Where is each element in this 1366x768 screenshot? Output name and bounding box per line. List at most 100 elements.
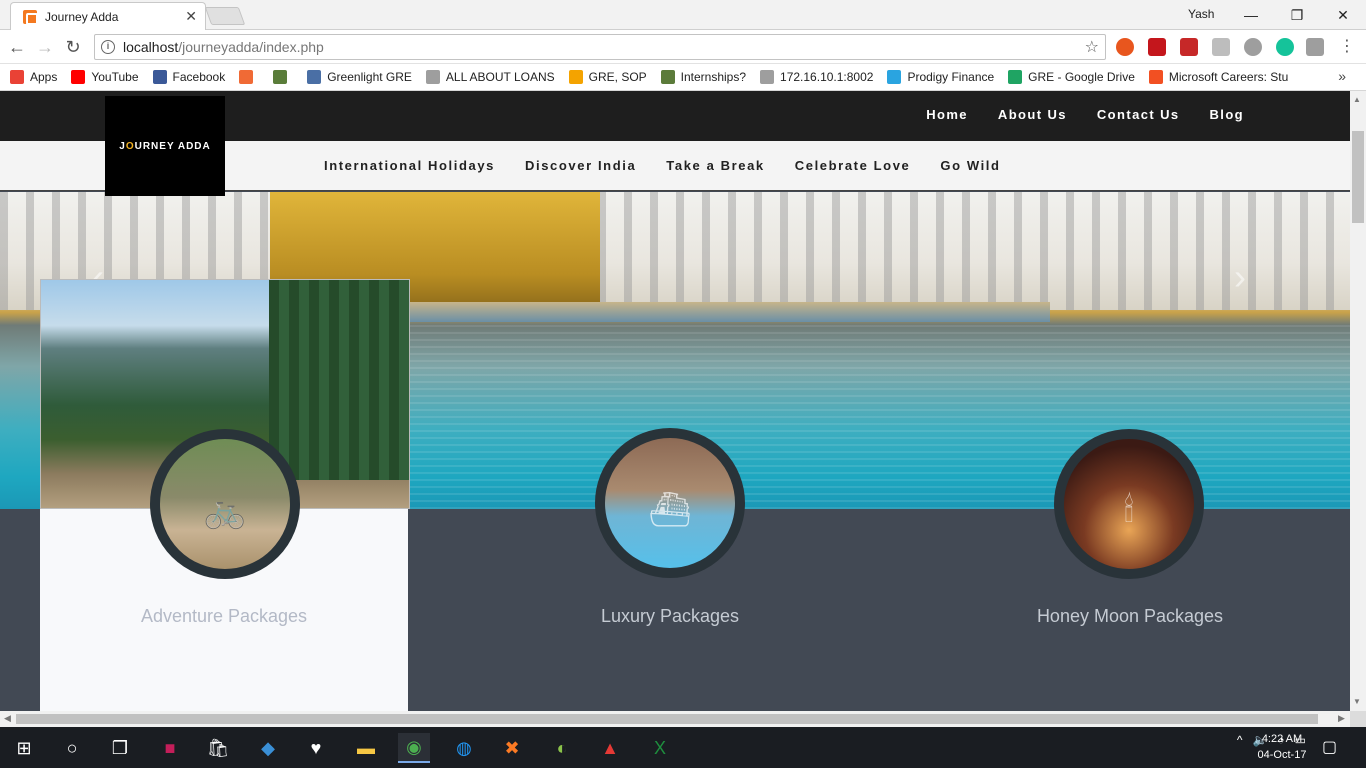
bookmark-favicon-icon <box>239 70 254 84</box>
scroll-right-icon[interactable]: ▶ <box>1338 713 1345 724</box>
bookmark-item[interactable] <box>239 70 259 84</box>
reload-icon[interactable]: ↻ <box>62 37 84 57</box>
browser-tab[interactable]: Journey Adda ✕ <box>10 2 206 30</box>
url-path: /journeyadda/index.php <box>178 39 324 55</box>
luxury-packages-link[interactable]: Luxury Packages <box>520 606 820 627</box>
bookmark-item[interactable]: Internships? <box>660 70 747 84</box>
task-view-icon[interactable]: ❐ <box>104 733 136 763</box>
luxury-package-image[interactable]: ⛴ <box>595 428 745 578</box>
bookmark-item[interactable]: Facebook <box>152 70 225 84</box>
bookmark-label: Internships? <box>680 70 747 84</box>
horizontal-scroll-thumb[interactable] <box>16 714 1318 724</box>
candle-icon: 🕯 <box>1124 491 1134 529</box>
notifications-icon[interactable]: ▢ <box>1322 737 1337 757</box>
close-window-button[interactable]: ✕ <box>1320 0 1366 30</box>
excel-icon[interactable]: X <box>644 733 676 763</box>
start-windows-icon[interactable]: ⊞ <box>8 733 40 763</box>
bookmark-favicon-icon <box>273 70 288 84</box>
bookmark-item[interactable] <box>273 70 293 84</box>
restore-button[interactable]: ❐ <box>1274 0 1320 30</box>
profile-name[interactable]: Yash <box>1188 7 1214 21</box>
bookmarks-overflow-icon[interactable]: » <box>1338 68 1346 84</box>
bookmark-item[interactable]: 172.16.10.1:8002 <box>760 70 873 84</box>
bookmark-label: Microsoft Careers: Stu <box>1168 70 1289 84</box>
bicycle-icon: 🚲 <box>203 491 247 530</box>
acrobat-icon[interactable]: ▲ <box>594 733 626 763</box>
horizontal-scrollbar[interactable]: ◀ ▶ <box>0 711 1350 727</box>
bookmark-label: Greenlight GRE <box>327 70 412 84</box>
bookmark-label: ALL ABOUT LOANS <box>445 70 555 84</box>
scroll-left-icon[interactable]: ◀ <box>4 713 11 724</box>
nav-international-holidays[interactable]: International Holidays <box>324 158 495 173</box>
vertical-scrollbar[interactable]: ▲ ▼ <box>1350 91 1366 711</box>
adblock-icon[interactable] <box>1148 38 1166 56</box>
bookmark-favicon-icon <box>568 70 583 84</box>
minimize-button[interactable]: — <box>1228 0 1274 30</box>
site-logo[interactable]: J O URNEY ADDA <box>105 96 225 196</box>
taskbar-clock[interactable]: 4:22 AM 04-Oct-17 <box>1252 731 1312 763</box>
intellij-icon[interactable]: ■ <box>154 733 186 763</box>
scroll-down-icon[interactable]: ▼ <box>1353 697 1361 706</box>
grammarly-icon[interactable] <box>1276 38 1294 56</box>
honeymoon-packages-link[interactable]: Honey Moon Packages <box>980 606 1280 627</box>
chrome-icon[interactable]: ◉ <box>398 733 430 763</box>
new-tab-button[interactable] <box>204 7 246 25</box>
nav-go-wild[interactable]: Go Wild <box>940 158 1000 173</box>
bookmark-favicon-icon <box>1008 70 1023 84</box>
bookmark-item[interactable]: GRE - Google Drive <box>1008 70 1135 84</box>
cortana-search-icon[interactable]: ○ <box>56 733 88 763</box>
bookmark-favicon-icon <box>71 70 86 84</box>
tab-title: Journey Adda <box>45 9 119 24</box>
site-info-icon[interactable]: i <box>101 40 115 54</box>
url-input[interactable]: i localhost/journeyadda/index.php ☆ <box>94 34 1106 60</box>
nav-home[interactable]: Home <box>926 107 968 122</box>
bookmark-star-icon[interactable]: ☆ <box>1085 37 1099 57</box>
scrollbar-corner <box>1350 711 1366 727</box>
bookmark-label: GRE - Google Drive <box>1028 70 1135 84</box>
bookmark-favicon-icon <box>10 70 24 84</box>
tab-close-icon[interactable]: ✕ <box>185 8 197 25</box>
bookmark-label: 172.16.10.1:8002 <box>780 70 874 84</box>
bookmark-item[interactable]: ALL ABOUT LOANS <box>425 70 555 84</box>
bookmark-item[interactable]: GRE, SOP <box>568 70 647 84</box>
iheartradio-icon[interactable]: ♥ <box>300 733 332 763</box>
camera-icon[interactable] <box>1306 38 1324 56</box>
menu-icon[interactable]: ⋮ <box>1336 37 1358 57</box>
nav-take-a-break[interactable]: Take a Break <box>666 158 764 173</box>
extension-icon[interactable] <box>1244 38 1262 56</box>
forward-icon[interactable]: → <box>34 37 56 57</box>
bookmark-item[interactable]: YouTube <box>71 70 139 84</box>
nav-blog[interactable]: Blog <box>1210 107 1244 122</box>
extension-icon[interactable] <box>1116 38 1134 56</box>
back-icon[interactable]: ← <box>6 37 28 57</box>
adventure-packages-link[interactable]: Adventure Packages <box>74 606 374 627</box>
tray-chevron-icon[interactable]: ^ <box>1237 733 1243 747</box>
app-icon[interactable]: ◍ <box>448 733 480 763</box>
app-icon[interactable]: ◐ <box>546 733 578 763</box>
bookmark-item[interactable]: Microsoft Careers: Stu <box>1148 70 1289 84</box>
site-favicon-icon <box>23 9 38 25</box>
bookmark-item[interactable]: Apps <box>10 70 57 84</box>
app-icon[interactable]: ◆ <box>252 733 284 763</box>
honeymoon-package-image[interactable]: 🕯 <box>1054 429 1204 579</box>
scroll-up-icon[interactable]: ▲ <box>1353 95 1361 104</box>
forest-trees <box>269 280 409 480</box>
nav-contact-us[interactable]: Contact Us <box>1097 107 1180 122</box>
adventure-package-image[interactable]: 🚲 <box>150 429 300 579</box>
bookmark-item[interactable]: Prodigy Finance <box>887 70 994 84</box>
nav-discover-india[interactable]: Discover India <box>525 158 636 173</box>
bookmark-label: Prodigy Finance <box>907 70 995 84</box>
vertical-scroll-thumb[interactable] <box>1352 131 1364 223</box>
nav-about-us[interactable]: About Us <box>998 107 1067 122</box>
logo-text-rest: URNEY ADDA <box>134 140 211 152</box>
nav-celebrate-love[interactable]: Celebrate Love <box>795 158 911 173</box>
xampp-icon[interactable]: ✖ <box>496 733 528 763</box>
boat-icon: ⛴ <box>648 490 692 529</box>
file-explorer-icon[interactable]: ▬ <box>350 733 382 763</box>
carousel-next-icon[interactable]: › <box>1234 256 1246 298</box>
extension-icon[interactable] <box>1212 38 1230 56</box>
bookmark-favicon-icon <box>660 70 675 84</box>
bookmark-item[interactable]: Greenlight GRE <box>307 70 412 84</box>
store-icon[interactable]: 🛍 <box>202 733 234 763</box>
extension-icon[interactable] <box>1180 38 1198 56</box>
